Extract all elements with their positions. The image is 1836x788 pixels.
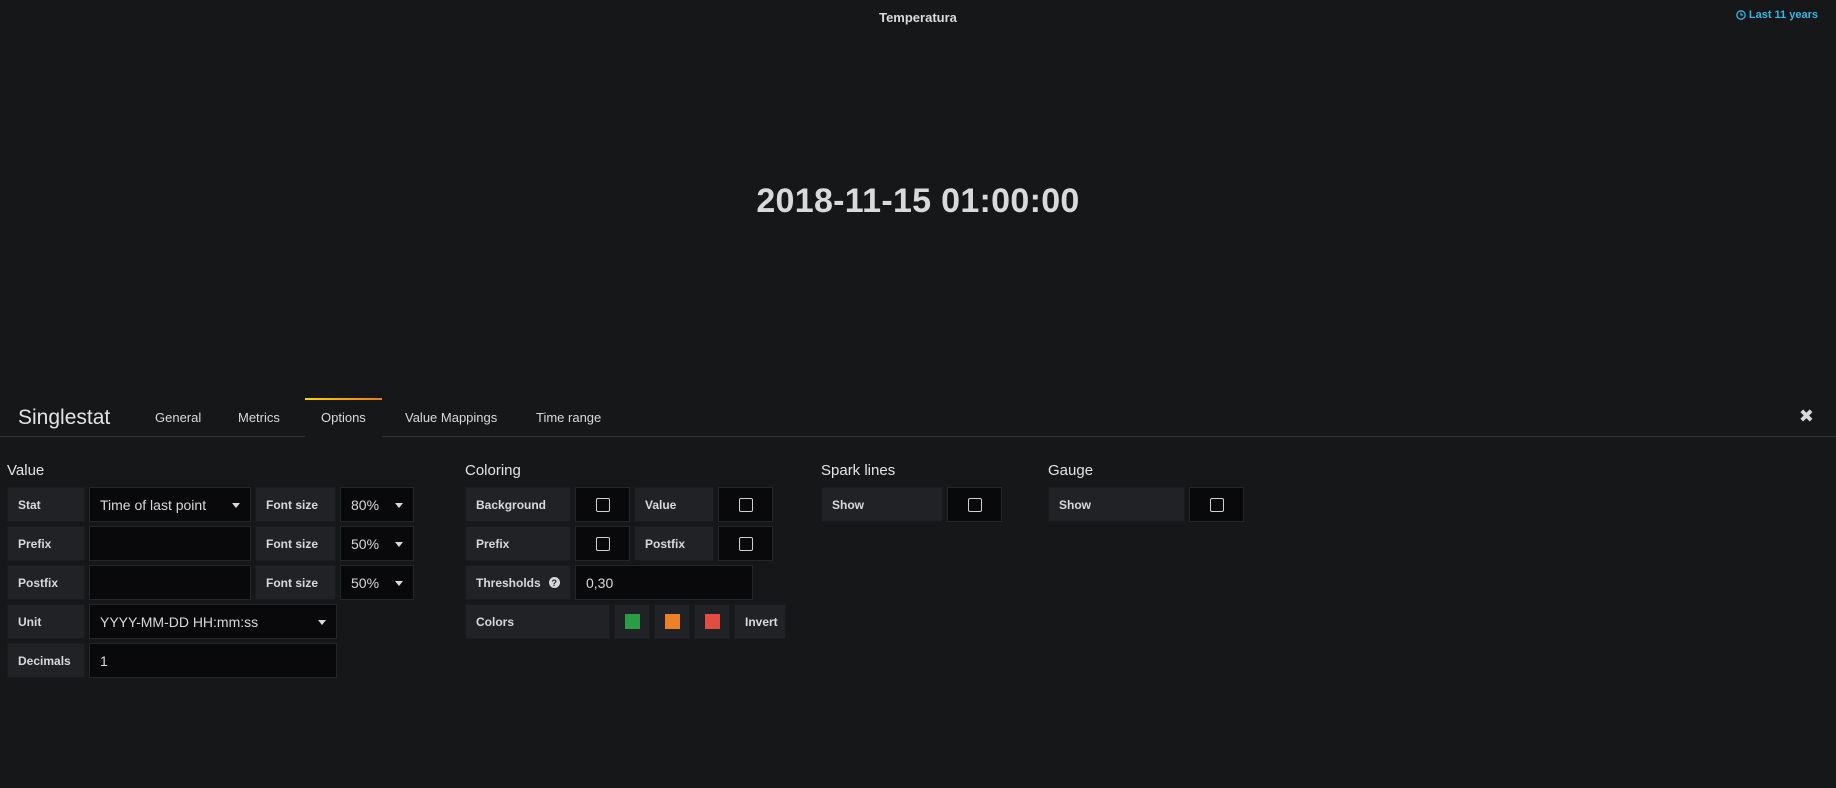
editor-title: Singlestat [18,406,111,429]
color-swatch-3[interactable] [694,604,730,639]
font-size-label: Font size [255,487,336,522]
invert-button[interactable]: Invert [734,604,786,639]
prefix-checkbox[interactable] [595,536,610,551]
prefix-font-size-value: 50% [351,535,380,552]
prefix-label: Prefix [7,526,85,561]
stat-font-size-value: 80% [351,496,380,513]
thresholds-input[interactable]: 0,30 [575,565,753,600]
coloring-postfix-label: Postfix [634,526,714,561]
tab-general[interactable]: General [140,398,216,437]
color-swatch-fill [624,614,640,629]
postfix-label: Postfix [7,565,85,600]
font-size-label: Font size [255,565,336,600]
value-checkbox-cell[interactable] [718,487,773,522]
panel-preview: Temperatura Last 11 years 2018-11-15 01:… [0,0,1836,398]
time-range-label: Last 11 years [1748,9,1818,21]
gauge-show-row: Show [1048,487,1248,522]
close-icon[interactable]: ✖ [1799,406,1814,427]
sparklines-checkbox-cell[interactable] [947,487,1002,522]
postfix-font-size-value: 50% [351,574,380,591]
stat-select-value: Time of last point [100,496,207,513]
clock-icon [1736,10,1746,20]
colors-label: Colors [465,604,610,639]
stat-font-size-select[interactable]: 80% [340,487,414,522]
tab-options[interactable]: Options [305,398,382,438]
prefix-font-size-select[interactable]: 50% [340,526,414,561]
value-label: Value [634,487,714,522]
singlestat-value: 2018-11-15 01:00:00 [756,182,1080,220]
thresholds-label-text: Thresholds [476,575,541,590]
thresholds-row: Thresholds ? 0,30 [465,565,786,600]
time-range-info: Last 11 years [1736,9,1818,21]
sparklines-section-title: Spark lines [821,462,896,479]
unit-label: Unit [7,604,85,639]
editor-header: Singlestat General Metrics Options Value… [0,398,1836,438]
background-checkbox[interactable] [595,497,610,512]
value-checkbox[interactable] [738,497,753,512]
postfix-row: Postfix Font size 50% [7,565,418,600]
value-section-title: Value [7,462,45,479]
colors-row: Colors Invert [465,604,786,639]
tab-time-range[interactable]: Time range [521,398,616,437]
gauge-section-title: Gauge [1048,462,1094,479]
caret-down-icon [395,542,403,547]
value-section: Value Stat Time of last point Font size … [7,462,418,682]
caret-down-icon [232,503,240,508]
postfix-checkbox[interactable] [738,536,753,551]
decimals-row: Decimals 1 [7,643,418,678]
coloring-prefix-label: Prefix [465,526,571,561]
panel-title[interactable]: Temperatura [0,10,1836,25]
caret-down-icon [395,581,403,586]
coloring-section: Coloring Background Value Prefix Postfix… [465,462,786,643]
unit-select-value: YYYY-MM-DD HH:mm:ss [100,613,259,630]
coloring-section-title: Coloring [465,462,521,479]
color-swatch-fill [664,614,680,629]
postfix-input[interactable] [89,565,251,600]
postfix-checkbox-cell[interactable] [718,526,773,561]
sparklines-show-label: Show [821,487,943,522]
background-label: Background [465,487,571,522]
caret-down-icon [395,503,403,508]
decimals-label: Decimals [7,643,85,678]
background-checkbox-cell[interactable] [575,487,630,522]
tab-metrics[interactable]: Metrics [223,398,295,437]
thresholds-label: Thresholds ? [465,565,571,600]
gauge-show-label: Show [1048,487,1185,522]
sparklines-section: Spark lines Show [821,462,1006,526]
tab-value-mappings[interactable]: Value Mappings [390,398,512,437]
sparklines-show-row: Show [821,487,1006,522]
color-swatch-fill [704,614,720,629]
prefix-row: Prefix Font size 50% [7,526,418,561]
background-value-row: Background Value [465,487,786,522]
color-swatch-2[interactable] [654,604,690,639]
color-swatch-1[interactable] [614,604,650,639]
stat-select[interactable]: Time of last point [89,487,251,522]
decimals-input[interactable]: 1 [89,643,337,678]
unit-select[interactable]: YYYY-MM-DD HH:mm:ss [89,604,337,639]
prefix-postfix-row: Prefix Postfix [465,526,786,561]
unit-row: Unit YYYY-MM-DD HH:mm:ss [7,604,418,639]
stat-label: Stat [7,487,85,522]
gauge-section: Gauge Show [1048,462,1248,526]
prefix-checkbox-cell[interactable] [575,526,630,561]
caret-down-icon [318,620,326,625]
sparklines-show-checkbox[interactable] [967,497,982,512]
gauge-checkbox-cell[interactable] [1189,487,1244,522]
font-size-label: Font size [255,526,336,561]
prefix-input[interactable] [89,526,251,561]
question-circle-icon[interactable]: ? [548,577,560,588]
gauge-show-checkbox[interactable] [1209,497,1224,512]
postfix-font-size-select[interactable]: 50% [340,565,414,600]
stat-row: Stat Time of last point Font size 80% [7,487,418,522]
